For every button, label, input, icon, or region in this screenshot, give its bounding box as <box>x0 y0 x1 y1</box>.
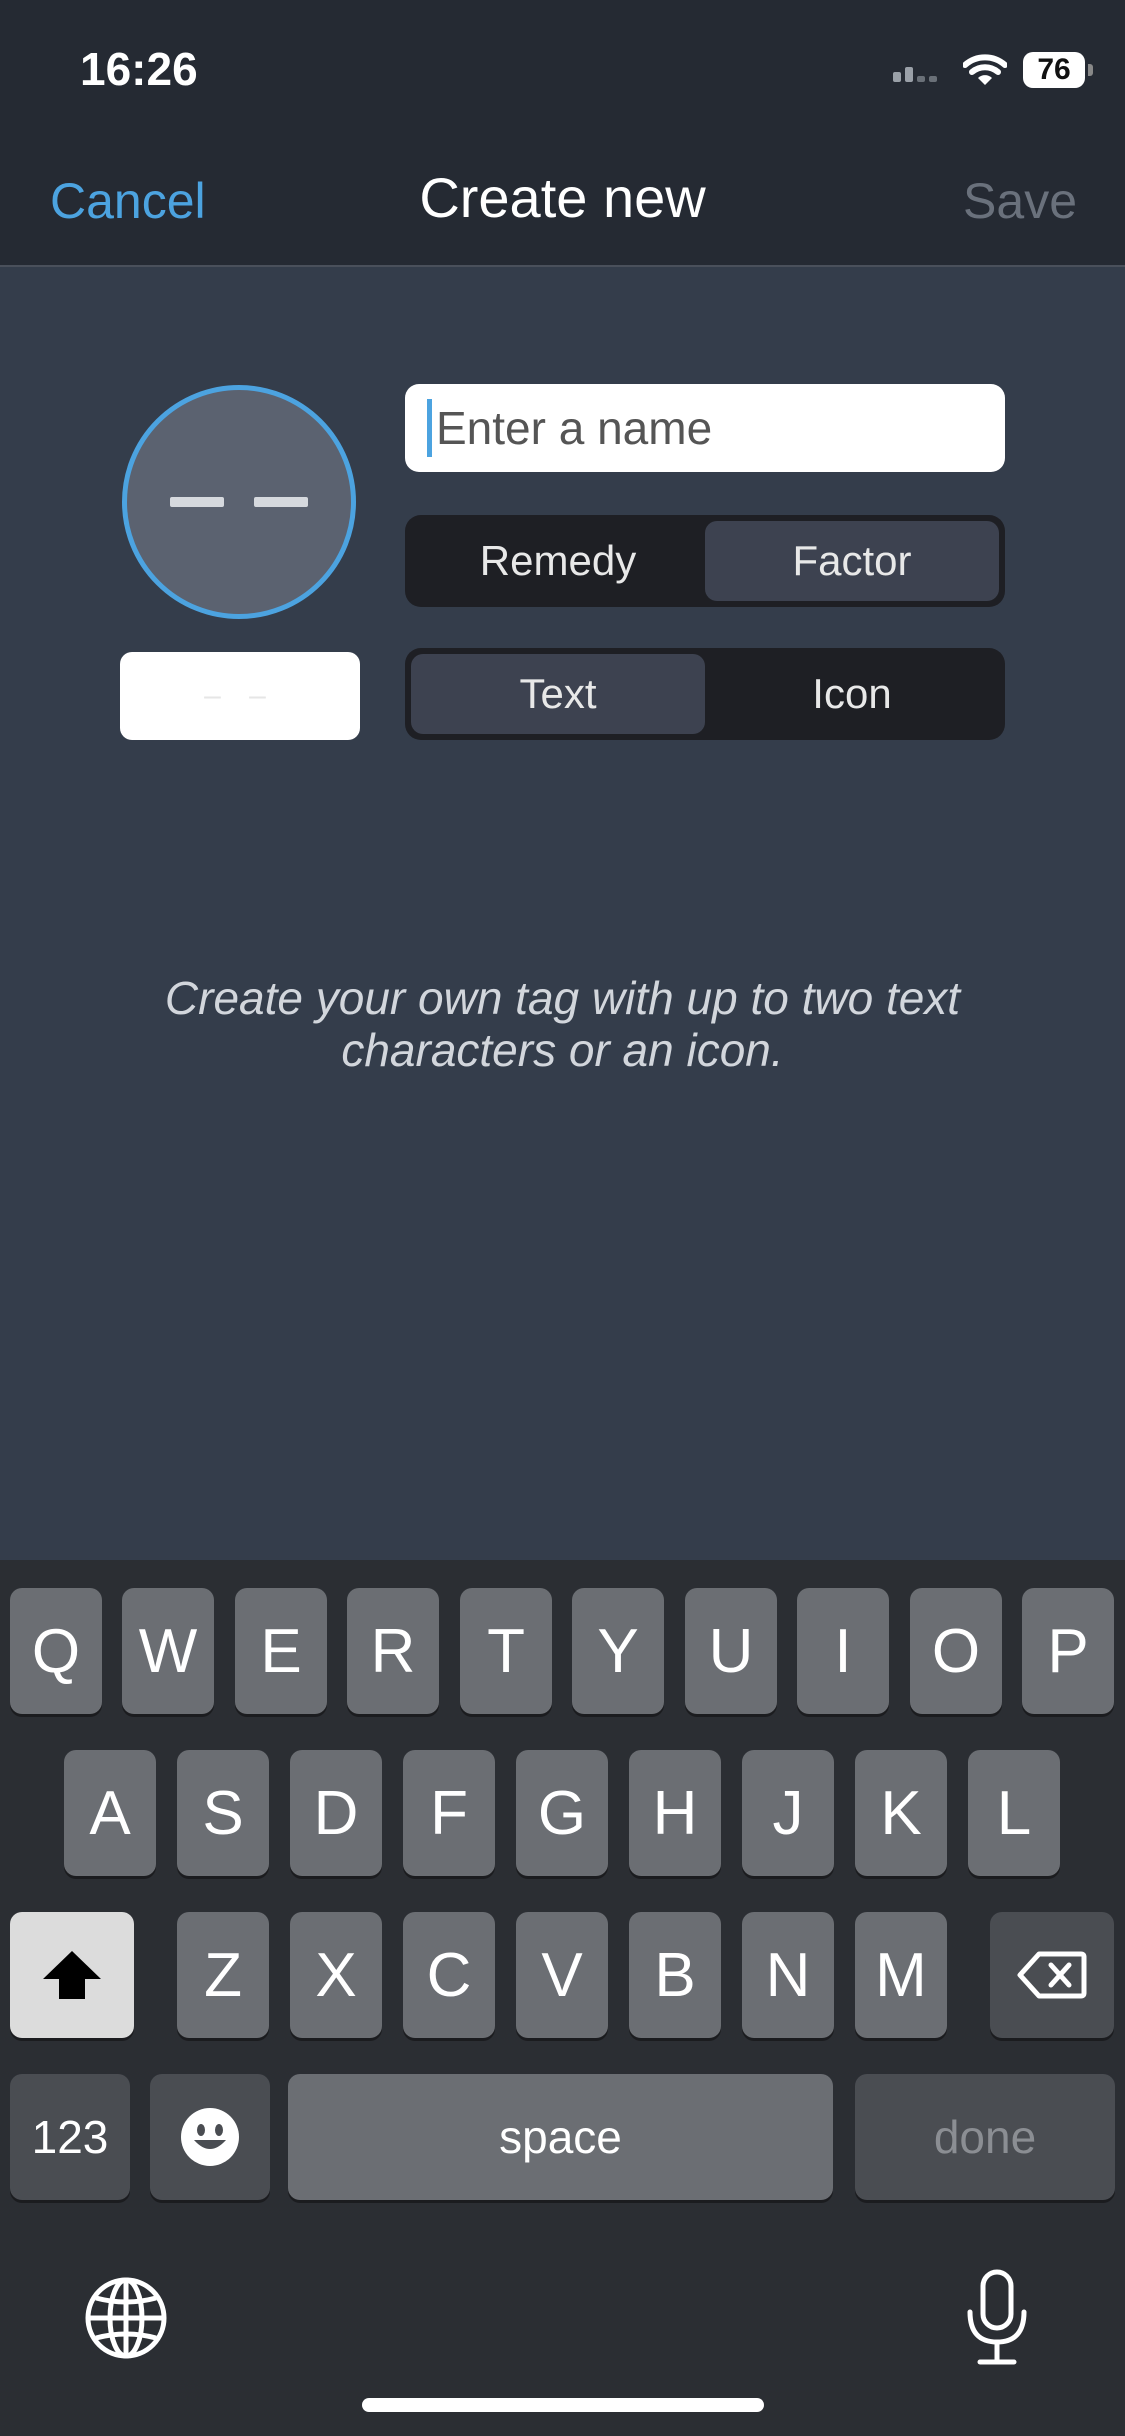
home-indicator <box>362 2398 764 2412</box>
segment-remedy[interactable]: Remedy <box>411 521 705 601</box>
key-u[interactable]: U <box>685 1588 777 1714</box>
key-j[interactable]: J <box>742 1750 834 1876</box>
key-p[interactable]: P <box>1022 1588 1114 1714</box>
placeholder-dash <box>170 497 224 507</box>
keyboard: Q W E R T Y U I O P A S D F G H J K L Z … <box>0 1560 1125 2436</box>
tag-text-input[interactable]: – – <box>120 652 360 740</box>
numbers-key[interactable]: 123 <box>10 2074 130 2200</box>
emoji-key[interactable] <box>150 2074 270 2200</box>
emoji-icon <box>181 2108 239 2166</box>
segment-text[interactable]: Text <box>411 654 705 734</box>
key-r[interactable]: R <box>347 1588 439 1714</box>
status-time: 16:26 <box>80 43 198 95</box>
backspace-icon <box>1017 1951 1087 1999</box>
text-caret <box>427 399 432 457</box>
segment-icon[interactable]: Icon <box>705 654 999 734</box>
microphone-icon[interactable] <box>962 2268 1032 2368</box>
key-s[interactable]: S <box>177 1750 269 1876</box>
shift-key[interactable] <box>10 1912 134 2038</box>
cellular-signal-icon <box>893 67 937 82</box>
key-c[interactable]: C <box>403 1912 495 2038</box>
key-z[interactable]: Z <box>177 1912 269 2038</box>
key-i[interactable]: I <box>797 1588 889 1714</box>
space-key[interactable]: space <box>288 2074 833 2200</box>
key-h[interactable]: H <box>629 1750 721 1876</box>
key-b[interactable]: B <box>629 1912 721 2038</box>
key-f[interactable]: F <box>403 1750 495 1876</box>
key-q[interactable]: Q <box>10 1588 102 1714</box>
name-input-placeholder: Enter a name <box>436 402 713 454</box>
name-input[interactable]: Enter a name <box>405 384 1005 472</box>
battery-icon: 76 <box>1023 52 1093 88</box>
key-t[interactable]: T <box>460 1588 552 1714</box>
wifi-icon <box>963 54 1007 85</box>
key-g[interactable]: G <box>516 1750 608 1876</box>
tag-preview-avatar[interactable] <box>122 385 356 619</box>
key-l[interactable]: L <box>968 1750 1060 1876</box>
shift-icon <box>43 1951 101 1999</box>
navigation-bar: 16:26 76 Cancel Create new Save <box>0 0 1125 267</box>
key-a[interactable]: A <box>64 1750 156 1876</box>
key-e[interactable]: E <box>235 1588 327 1714</box>
status-icons: 76 <box>893 50 1093 90</box>
key-y[interactable]: Y <box>572 1588 664 1714</box>
key-m[interactable]: M <box>855 1912 947 2038</box>
done-key[interactable]: done <box>855 2074 1115 2200</box>
backspace-key[interactable] <box>990 1912 1114 2038</box>
hint-text: Create your own tag with up to two text … <box>164 972 961 1076</box>
key-v[interactable]: V <box>516 1912 608 2038</box>
key-k[interactable]: K <box>855 1750 947 1876</box>
globe-icon[interactable] <box>84 2276 168 2360</box>
save-button[interactable]: Save <box>963 172 1077 230</box>
page-title: Create new <box>419 166 706 229</box>
mode-segmented-control: Text Icon <box>405 648 1005 740</box>
key-d[interactable]: D <box>290 1750 382 1876</box>
key-n[interactable]: N <box>742 1912 834 2038</box>
placeholder-dash <box>254 497 308 507</box>
type-segmented-control: Remedy Factor <box>405 515 1005 607</box>
key-o[interactable]: O <box>910 1588 1002 1714</box>
key-x[interactable]: X <box>290 1912 382 2038</box>
key-w[interactable]: W <box>122 1588 214 1714</box>
segment-factor[interactable]: Factor <box>705 521 999 601</box>
